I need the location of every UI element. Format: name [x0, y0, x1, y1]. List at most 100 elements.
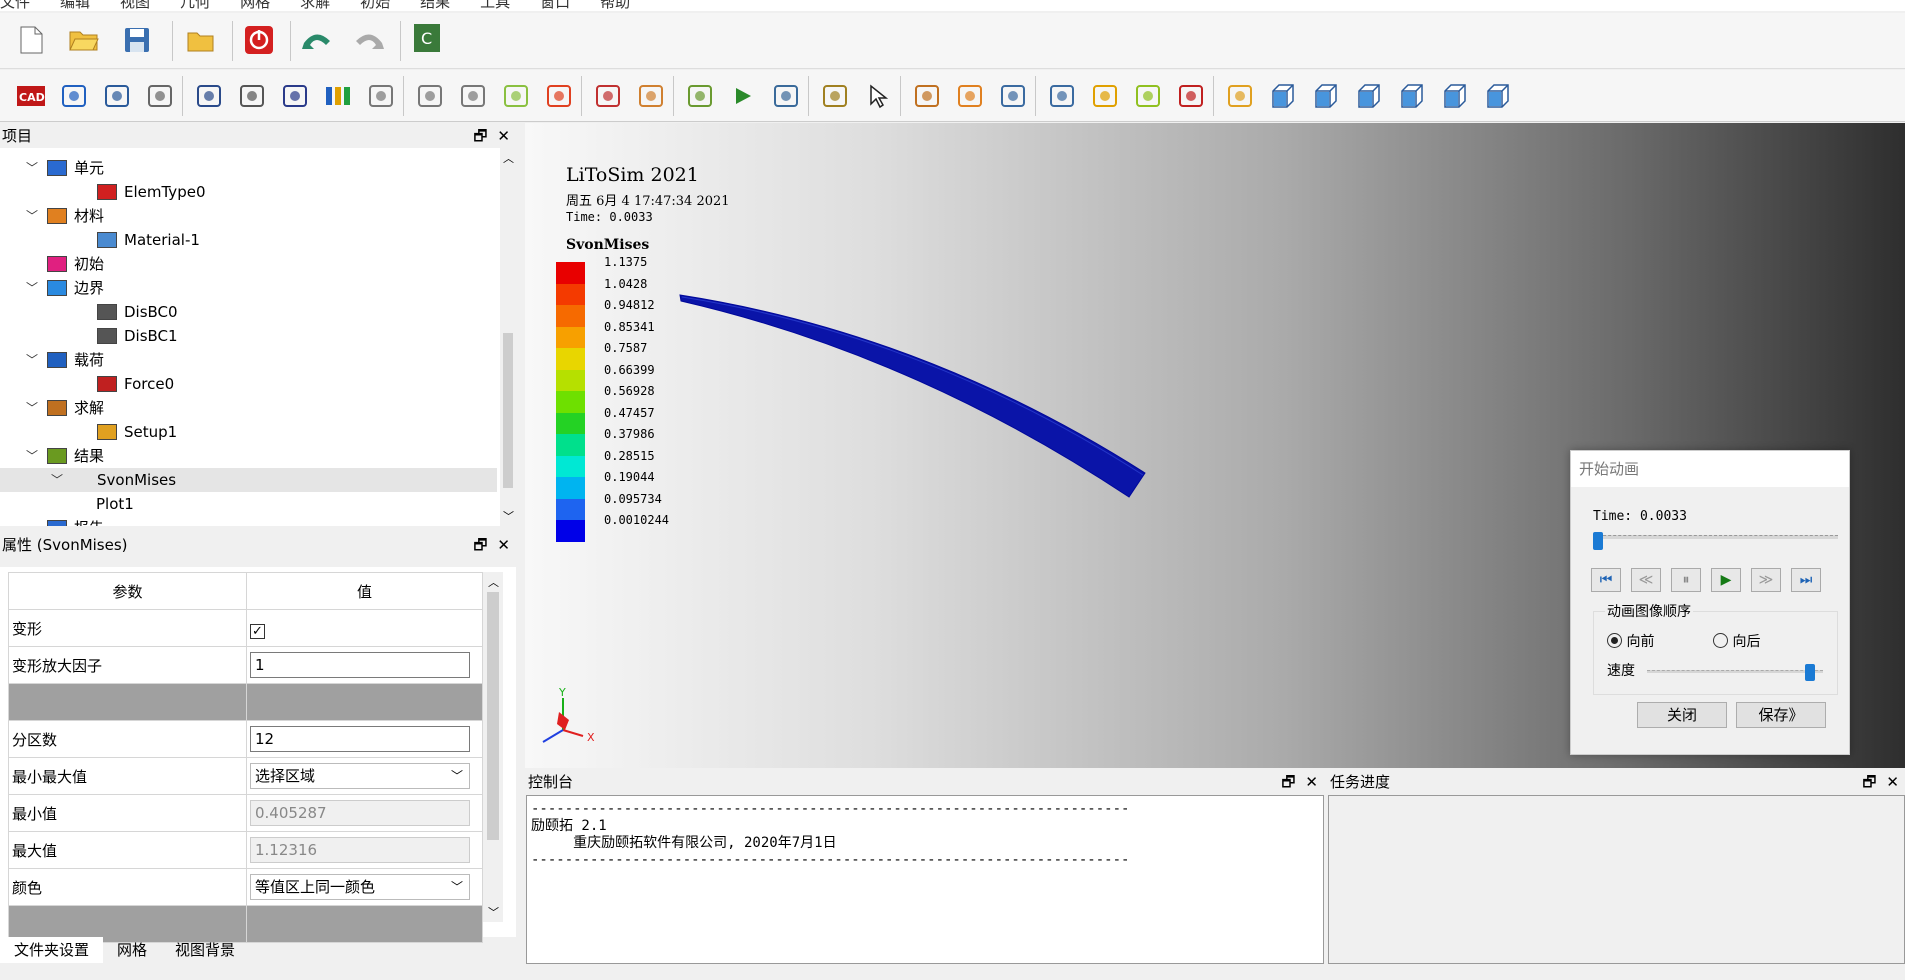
tree-item[interactable]: DisBC0	[0, 300, 497, 324]
speed-slider-thumb[interactable]	[1804, 664, 1815, 681]
close-icon[interactable]: ✕	[1305, 773, 1318, 791]
power-icon[interactable]	[240, 21, 278, 59]
first-frame-button[interactable]: ⏮	[1591, 568, 1621, 592]
tree-item[interactable]: ﹀ 结果	[0, 444, 497, 468]
float-icon[interactable]: 🗗	[1281, 773, 1295, 791]
speed-slider[interactable]	[1647, 664, 1823, 681]
color-select[interactable]: 等值区上同一颜色 ﹀	[250, 874, 470, 900]
bar-chart-icon[interactable]	[1221, 77, 1259, 115]
tree-item[interactable]: 初始	[0, 252, 497, 276]
curve-icon[interactable]	[681, 77, 719, 115]
rotate-icon[interactable]	[908, 77, 946, 115]
open-folder-icon[interactable]	[65, 21, 103, 59]
plus-ball-icon[interactable]	[1129, 77, 1167, 115]
tab-mesh[interactable]: 网格	[103, 937, 161, 963]
extrude-icon[interactable]	[411, 77, 449, 115]
view-left-icon[interactable]	[1350, 77, 1388, 115]
scroll-up-icon[interactable]: ︿	[503, 150, 514, 166]
tree-item[interactable]: Setup1	[0, 420, 497, 444]
tree-item[interactable]: Material-1	[0, 228, 497, 252]
zoom-in-icon[interactable]	[1043, 77, 1081, 115]
close-icon[interactable]: ✕	[1886, 773, 1899, 791]
minmax-select[interactable]: 选择区域 ﹀	[250, 763, 470, 789]
chart-icon[interactable]	[816, 77, 854, 115]
color-bars-icon[interactable]	[319, 77, 357, 115]
pause-button[interactable]: ⏸	[1671, 568, 1701, 592]
mesh-red-cube-icon[interactable]	[540, 77, 578, 115]
menu-item[interactable]: 求解	[300, 0, 330, 11]
float-icon[interactable]: 🗗	[1862, 773, 1876, 791]
tab-folder-settings[interactable]: 文件夹设置	[0, 937, 104, 963]
cylinder-icon[interactable]	[141, 77, 179, 115]
color-map-icon[interactable]	[1172, 77, 1210, 115]
tree-item[interactable]: Force0	[0, 372, 497, 396]
tree-item[interactable]: Plot1	[0, 492, 497, 516]
cad-import-icon[interactable]: CAD	[12, 77, 50, 115]
console-output[interactable]: ----------------------------------------…	[526, 795, 1324, 964]
view-right-icon[interactable]	[1393, 77, 1431, 115]
deform-checkbox[interactable]: ✓	[250, 624, 265, 639]
tree-item[interactable]: 报告	[0, 516, 497, 526]
tree-item[interactable]: ﹀ 材料	[0, 204, 497, 228]
new-file-icon[interactable]	[12, 21, 50, 59]
import-icon[interactable]	[182, 21, 220, 59]
project-tree[interactable]: ﹀ 单元 ElemType0 ﹀ 材料 Material-1 初始 ﹀ 边界 DisBC0 DisB…	[0, 148, 503, 526]
radio-icon[interactable]	[1607, 633, 1622, 648]
close-button[interactable]: 关闭	[1637, 702, 1727, 728]
face-icon[interactable]	[362, 77, 400, 115]
close-icon[interactable]: ✕	[497, 127, 510, 145]
cone-icon[interactable]	[233, 77, 271, 115]
menu-item[interactable]: 结果	[420, 0, 450, 11]
tree-item[interactable]: ﹀ 单元	[0, 156, 497, 180]
scroll-down-icon[interactable]: ﹀	[488, 904, 499, 920]
play-button[interactable]: ▶	[1711, 568, 1741, 592]
sphere-icon[interactable]	[190, 77, 228, 115]
sweep-icon[interactable]	[454, 77, 492, 115]
tab-view-background[interactable]: 视图背景	[161, 937, 249, 963]
menu-item[interactable]: 几何	[180, 0, 210, 11]
close-icon[interactable]: ✕	[497, 536, 510, 554]
chevron-down-icon[interactable]: ﹀	[26, 348, 40, 372]
pick-icon[interactable]	[951, 77, 989, 115]
script-icon[interactable]: C	[408, 19, 446, 57]
chevron-down-icon[interactable]: ﹀	[26, 156, 40, 180]
backward-radio[interactable]: 向后	[1713, 631, 1760, 651]
save-button[interactable]: 保存》	[1736, 702, 1826, 728]
undo-icon[interactable]	[298, 21, 336, 59]
tree-item[interactable]: ﹀ 求解	[0, 396, 497, 420]
factor-input[interactable]: 1	[250, 652, 470, 678]
menu-item[interactable]: 工具	[480, 0, 510, 11]
last-frame-button[interactable]: ⏭	[1791, 568, 1821, 592]
menu-item[interactable]: 初始	[360, 0, 390, 11]
view-top-icon[interactable]	[1436, 77, 1474, 115]
mesh-cube-icon[interactable]	[497, 77, 535, 115]
view-back-icon[interactable]	[1307, 77, 1345, 115]
zoom-window-icon[interactable]	[994, 77, 1032, 115]
scroll-thumb[interactable]	[503, 333, 513, 488]
chevron-down-icon[interactable]: ﹀	[26, 204, 40, 228]
add-icon[interactable]	[1086, 77, 1124, 115]
fast-forward-button[interactable]: ≫	[1751, 568, 1781, 592]
tree-item[interactable]: ﹀ 边界	[0, 276, 497, 300]
menu-item[interactable]: 窗口	[540, 0, 570, 11]
chevron-down-icon[interactable]: ﹀	[51, 468, 65, 492]
tree-scrollbar[interactable]: ︿ ﹀	[500, 148, 516, 526]
menu-item[interactable]: 帮助	[600, 0, 630, 11]
view-bottom-icon[interactable]	[1479, 77, 1517, 115]
tree-item[interactable]: ElemType0	[0, 180, 497, 204]
chevron-down-icon[interactable]: ﹀	[26, 276, 40, 300]
rewind-button[interactable]: ≪	[1631, 568, 1661, 592]
mesh-delete-icon[interactable]	[589, 77, 627, 115]
torus-icon[interactable]	[276, 77, 314, 115]
box-icon[interactable]	[98, 77, 136, 115]
forward-radio[interactable]: 向前	[1607, 631, 1654, 651]
tree-item[interactable]: DisBC1	[0, 324, 497, 348]
float-icon[interactable]: 🗗	[473, 127, 487, 145]
view-front-icon[interactable]	[1264, 77, 1302, 115]
divisions-input[interactable]: 12	[250, 726, 470, 752]
menu-item[interactable]: 文件	[0, 0, 30, 11]
scroll-down-icon[interactable]: ﹀	[503, 508, 514, 524]
float-icon[interactable]: 🗗	[473, 536, 487, 554]
tree-item[interactable]: ﹀ 载荷	[0, 348, 497, 372]
tree-item[interactable]: ﹀ SvonMises	[0, 468, 497, 492]
